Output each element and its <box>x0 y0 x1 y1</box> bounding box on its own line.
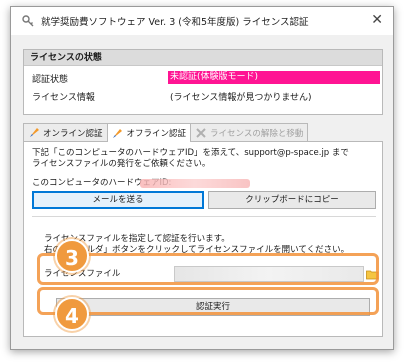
x-icon <box>195 127 207 139</box>
title-bar: 就学奨励費ソフトウェア Ver. 3 (令和5年度版) ライセンス認証 ✕ <box>11 7 393 35</box>
close-button[interactable]: ✕ <box>371 13 383 27</box>
hardware-id-value <box>140 179 250 188</box>
auth-status-label: 認証状態 <box>32 75 69 85</box>
tab-offline-auth[interactable]: オフライン認証 <box>106 123 192 142</box>
copy-clipboard-button[interactable]: クリップボードにコピー <box>208 191 376 209</box>
tab-online-auth[interactable]: オンライン認証 <box>23 123 108 141</box>
license-auth-window: 就学奨励費ソフトウェア Ver. 3 (令和5年度版) ライセンス認証 ✕ ライ… <box>10 6 394 350</box>
rocket-icon <box>28 127 40 139</box>
tab-license-release-label: ライセンスの解除と移動 <box>210 128 304 139</box>
license-info-row: ライセンス情報 (ライセンス情報が見つかりません) <box>24 89 382 103</box>
tab-offline-auth-label: オフライン認証 <box>126 129 187 139</box>
tab-license-release[interactable]: ライセンスの解除と移動 <box>190 123 309 141</box>
auth-status-row: 認証状態 未認証(体験版モード) <box>24 71 382 85</box>
instruction-line-1: 下記「このコンピュータのハードウェアID」を添えて、support@p-spac… <box>32 148 349 158</box>
license-info-label: ライセンス情報 <box>32 93 95 103</box>
rocket-icon <box>112 127 124 139</box>
divider <box>32 216 376 217</box>
key-icon <box>21 14 35 28</box>
license-status-header: ライセンスの状態 <box>24 50 382 66</box>
send-mail-button[interactable]: メールを送る <box>32 191 204 209</box>
license-status-panel: ライセンスの状態 認証状態 未認証(体験版モード) ライセンス情報 (ライセンス… <box>23 49 383 115</box>
auth-status-value: 未認証(体験版モード) <box>168 71 380 84</box>
instruction-line-2: ライセンスファイルの発行をご依頼ください。 <box>32 159 211 169</box>
step4-badge: 4 <box>55 297 89 331</box>
license-info-value: (ライセンス情報が見つかりません) <box>170 93 312 103</box>
tab-online-auth-label: オンライン認証 <box>43 128 103 139</box>
auth-tabs: オンライン認証 オフライン認証 ライセンスの解除と移動 <box>23 123 309 142</box>
window-title: 就学奨励費ソフトウェア Ver. 3 (令和5年度版) ライセンス認証 <box>41 17 309 28</box>
step3-badge: 3 <box>55 239 89 273</box>
